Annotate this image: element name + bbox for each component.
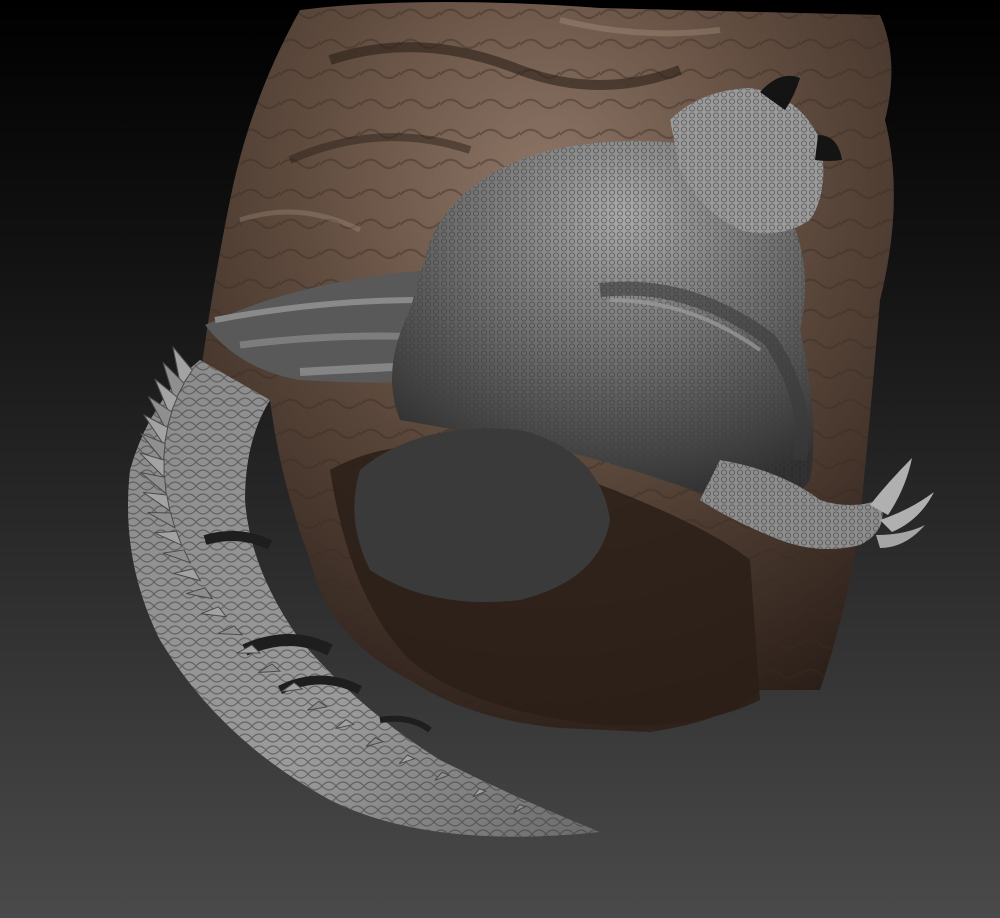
sculpt-scene [0,0,1000,918]
sculpt-viewport [0,0,1000,918]
